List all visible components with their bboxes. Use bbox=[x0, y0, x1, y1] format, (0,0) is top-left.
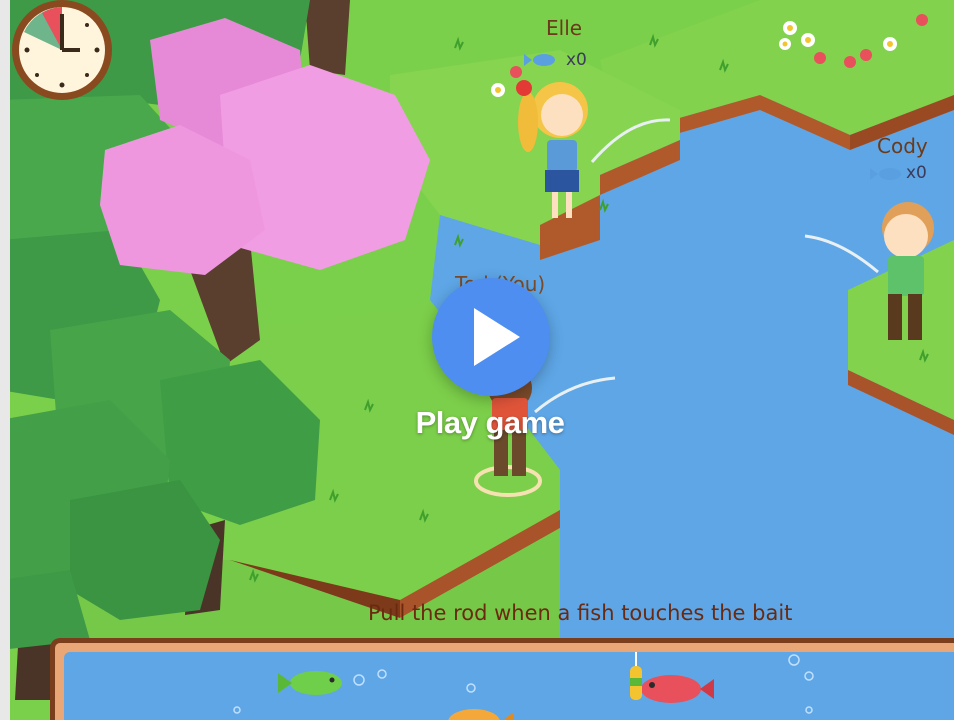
fishing-panel bbox=[50, 638, 954, 720]
fish-count-cody: x0 bbox=[906, 163, 927, 183]
fishing-lure-icon bbox=[630, 652, 642, 700]
yellow-fish-icon bbox=[448, 709, 514, 720]
instruction-text: Pull the rod when a fish touches the bai… bbox=[368, 601, 793, 625]
player-name-elle: Elle bbox=[546, 16, 583, 40]
fish-pond-scene bbox=[233, 652, 814, 720]
player-name-cody: Cody bbox=[877, 134, 928, 158]
page-edge bbox=[0, 0, 10, 720]
play-icon bbox=[474, 308, 520, 366]
game-stage[interactable]: Elle x0 Cody x0 Tod (You) Play game Pull… bbox=[0, 0, 954, 720]
fishing-water bbox=[64, 652, 954, 720]
red-fish-icon bbox=[641, 675, 714, 703]
play-game-label[interactable]: Play game bbox=[400, 405, 580, 441]
fish-count-elle: x0 bbox=[566, 50, 587, 70]
green-fish-icon bbox=[278, 671, 342, 695]
play-button[interactable] bbox=[432, 278, 550, 396]
